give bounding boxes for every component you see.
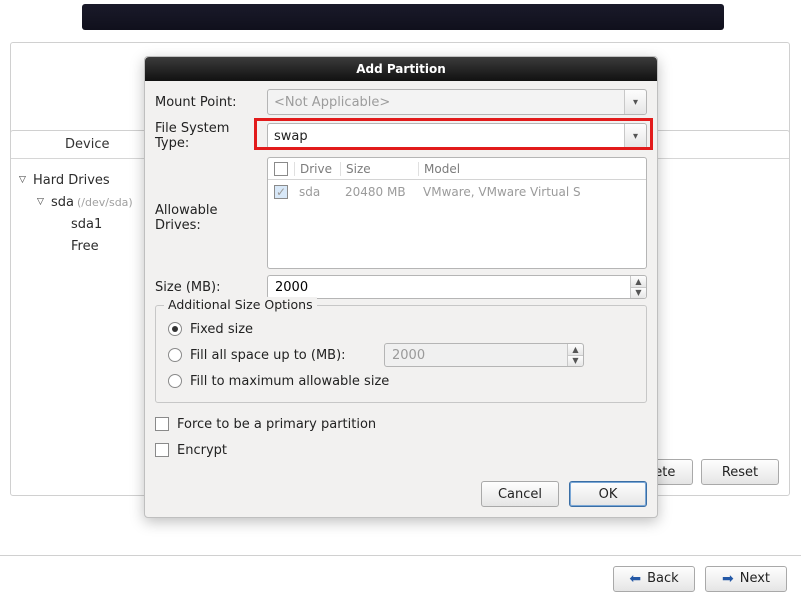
reset-label: Reset <box>722 465 758 480</box>
radio-icon[interactable] <box>168 374 182 388</box>
size-input[interactable] <box>273 279 641 296</box>
spin-up-icon: ▲ <box>568 344 583 356</box>
reset-button[interactable]: Reset <box>701 459 779 485</box>
mount-point-value: <Not Applicable> <box>274 95 390 110</box>
radio-fill-max[interactable]: Fill to maximum allowable size <box>168 368 634 394</box>
cancel-label: Cancel <box>498 487 542 502</box>
fs-type-value: swap <box>274 129 308 144</box>
drive-name: sda <box>294 185 340 199</box>
add-partition-dialog: Add Partition Mount Point: <Not Applicab… <box>144 56 658 518</box>
encrypt-label: Encrypt <box>177 443 227 458</box>
checkbox-icon[interactable] <box>155 417 169 431</box>
drive-model: VMware, VMware Virtual S <box>418 185 646 199</box>
mount-point-label: Mount Point: <box>155 95 267 110</box>
radio-icon[interactable] <box>168 348 182 362</box>
allowable-drives-label: Allowable Drives: <box>155 157 267 233</box>
cancel-button[interactable]: Cancel <box>481 481 559 507</box>
tree-label: sda <box>51 195 74 210</box>
fill-upto-spinner: ▲▼ <box>384 343 584 367</box>
fs-type-combo[interactable]: swap ▾ <box>267 123 647 149</box>
next-label: Next <box>740 571 770 586</box>
window-titlebar <box>82 4 724 30</box>
size-label: Size (MB): <box>155 280 267 295</box>
additional-size-options-group: Additional Size Options Fixed size Fill … <box>155 305 647 403</box>
allowable-drives-list[interactable]: Drive Size Model ✓ sda 20480 MB VMware, … <box>267 157 647 269</box>
device-header-label: Device <box>11 137 139 152</box>
force-primary-checkbox[interactable]: Force to be a primary partition <box>155 411 647 437</box>
dialog-button-bar: Cancel OK <box>145 473 657 517</box>
force-primary-label: Force to be a primary partition <box>177 417 376 432</box>
radio-fill-max-label: Fill to maximum allowable size <box>190 374 389 389</box>
ok-button[interactable]: OK <box>569 481 647 507</box>
chevron-down-icon[interactable]: ▾ <box>624 90 646 114</box>
chevron-down-icon[interactable]: ▾ <box>624 124 646 148</box>
drive-size: 20480 MB <box>340 185 418 199</box>
spin-down-icon[interactable]: ▼ <box>631 288 646 299</box>
back-label: Back <box>647 571 679 586</box>
arrow-left-icon: ⬅ <box>629 571 641 587</box>
radio-icon[interactable] <box>168 322 182 336</box>
arrow-right-icon: ➡ <box>722 571 734 587</box>
radio-fixed-size[interactable]: Fixed size <box>168 316 634 342</box>
fill-upto-input <box>390 347 578 364</box>
drive-row[interactable]: ✓ sda 20480 MB VMware, VMware Virtual S <box>268 180 646 204</box>
dialog-title: Add Partition <box>145 57 657 81</box>
tree-label: Free <box>71 239 99 254</box>
drives-header-model: Model <box>418 162 646 176</box>
radio-fixed-label: Fixed size <box>190 322 253 337</box>
size-spinner[interactable]: ▲▼ <box>267 275 647 299</box>
tree-label: sda1 <box>71 217 102 232</box>
checkbox-icon[interactable] <box>274 162 288 176</box>
checkbox-icon[interactable] <box>155 443 169 457</box>
group-title: Additional Size Options <box>164 297 317 312</box>
spin-up-icon[interactable]: ▲ <box>631 276 646 288</box>
drives-header-size: Size <box>340 162 418 176</box>
next-button[interactable]: ➡ Next <box>705 566 787 592</box>
drives-header-drive: Drive <box>294 162 340 176</box>
back-button[interactable]: ⬅ Back <box>613 566 695 592</box>
disclosure-triangle-icon[interactable]: ▽ <box>19 175 29 185</box>
spin-down-icon: ▼ <box>568 356 583 367</box>
radio-fill-upto[interactable]: Fill all space up to (MB): ▲▼ <box>168 342 634 368</box>
tree-devpath: (/dev/sda) <box>77 196 133 209</box>
tree-label: Hard Drives <box>33 173 110 188</box>
ok-label: OK <box>599 487 618 502</box>
checkbox-icon[interactable]: ✓ <box>274 185 288 199</box>
fs-type-label: File System Type: <box>155 121 267 151</box>
wizard-footer: ⬅ Back ➡ Next <box>0 555 801 601</box>
encrypt-checkbox[interactable]: Encrypt <box>155 437 647 463</box>
radio-fill-upto-label: Fill all space up to (MB): <box>190 348 376 363</box>
mount-point-combo[interactable]: <Not Applicable> ▾ <box>267 89 647 115</box>
disclosure-triangle-icon[interactable]: ▽ <box>37 197 47 207</box>
drives-header-checkbox[interactable] <box>268 162 294 176</box>
drives-header-row: Drive Size Model <box>268 158 646 180</box>
